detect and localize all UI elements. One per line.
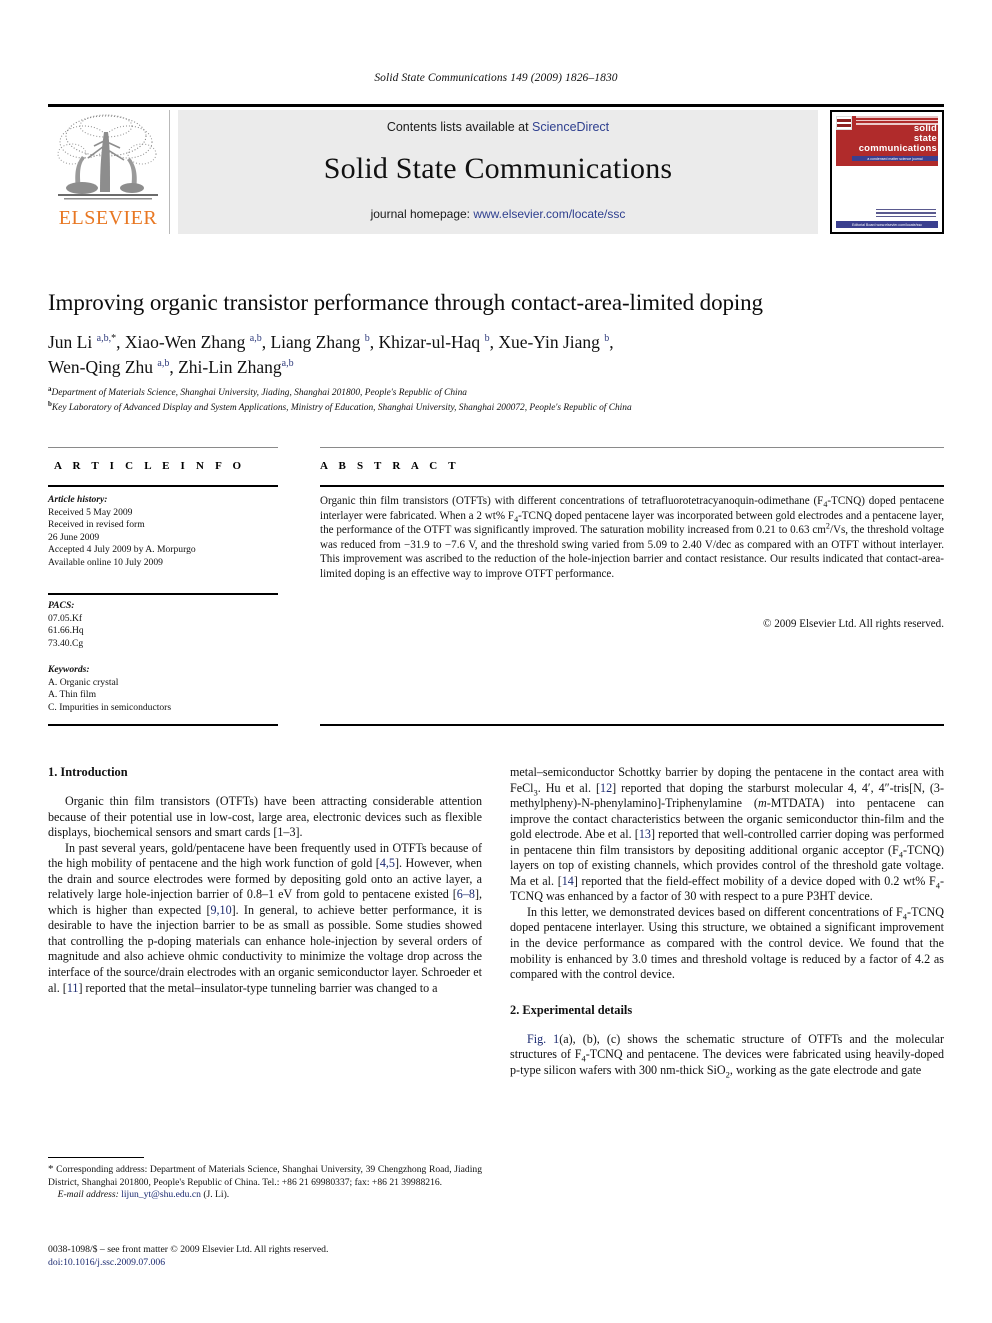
article-info-rule xyxy=(48,485,278,487)
homepage-prefix: journal homepage: xyxy=(370,207,474,221)
pacs-item-0: 07.05.Kf xyxy=(48,612,83,624)
cover-title-line3: communications xyxy=(858,143,937,154)
abstract-copyright: © 2009 Elsevier Ltd. All rights reserved… xyxy=(763,618,944,630)
article-history-block: Article history: Received 5 May 2009 Rec… xyxy=(48,494,288,570)
corresponding-email-link[interactable]: lijun_yt@shu.edu.cn xyxy=(121,1189,201,1200)
elsevier-tree-icon xyxy=(54,112,162,204)
article-history-label: Article history: xyxy=(48,494,108,505)
body-rule-right xyxy=(320,724,944,726)
body-column-right: metal–semiconductor Schottky barrier by … xyxy=(510,765,944,1078)
keyword-2: C. Impurities in semiconductors xyxy=(48,701,172,713)
masthead-panel: Contents lists available at ScienceDirec… xyxy=(178,110,818,234)
right-paragraph-2: In this letter, we demonstrated devices … xyxy=(510,904,944,982)
affiliation-a: aDepartment of Materials Science, Shangh… xyxy=(48,385,948,400)
doi-line[interactable]: doi:10.1016/j.ssc.2009.07.006 xyxy=(48,1256,488,1269)
abstract-body: Organic thin film transistors (OTFTs) wi… xyxy=(320,495,945,580)
abstract-rule xyxy=(320,485,944,487)
info-top-rule xyxy=(48,447,278,448)
cover-subtitle-text: a condensed matter science journal xyxy=(867,156,923,161)
journal-homepage-line: journal homepage: www.elsevier.com/locat… xyxy=(178,207,818,221)
elsevier-wordmark: ELSEVIER xyxy=(58,207,158,229)
section-heading-introduction: 1. Introduction xyxy=(48,765,128,779)
journal-masthead: ELSEVIER Contents lists available at Sci… xyxy=(48,110,944,234)
experimental-paragraph-1: Fig. 1(a), (b), (c) shows the schematic … xyxy=(510,1031,944,1080)
right-paragraph-1: metal–semiconductor Schottky barrier by … xyxy=(510,765,945,904)
cover-title-text: solid state communications xyxy=(859,124,937,154)
keywords-block: Keywords: A. Organic crystal A. Thin fil… xyxy=(48,664,288,714)
article-info-rule-2 xyxy=(48,593,278,595)
cover-bottom-microtext xyxy=(876,208,936,220)
affiliation-b: bKey Laboratory of Advanced Display and … xyxy=(48,400,948,415)
journal-cover-thumbnail: solid state communications a condensed m… xyxy=(830,110,944,234)
keyword-0: A. Organic crystal xyxy=(48,676,119,688)
issn-line: 0038-1098/$ – see front matter © 2009 El… xyxy=(48,1244,329,1255)
body-rule-left xyxy=(48,724,278,726)
abstract-top-rule xyxy=(320,447,944,448)
keyword-1: A. Thin film xyxy=(48,689,97,701)
pacs-block: PACS: 07.05.Kf 61.66.Hq 73.40.Cg xyxy=(48,600,288,650)
email-suffix: (J. Li). xyxy=(203,1189,230,1201)
abstract-heading: A B S T R A C T xyxy=(320,460,460,472)
journal-homepage-link[interactable]: www.elsevier.com/locate/ssc xyxy=(473,207,625,221)
pacs-item-2: 73.40.Cg xyxy=(48,637,84,649)
keywords-label: Keywords: xyxy=(48,664,90,675)
history-line-3: Accepted 4 July 2009 by A. Morpurgo xyxy=(48,544,196,556)
history-line-4: Available online 10 July 2009 xyxy=(48,556,163,568)
intro-paragraph-2: In past several years, gold/pentacene ha… xyxy=(48,840,482,995)
contents-available-line: Contents lists available at ScienceDirec… xyxy=(178,120,818,134)
footnote-text: Corresponding address: Department of Mat… xyxy=(48,1164,482,1188)
body-column-left: 1. Introduction Organic thin film transi… xyxy=(48,765,482,996)
journal-title: Solid State Communications xyxy=(323,152,673,185)
footnote-rule xyxy=(48,1157,144,1158)
pacs-label: PACS: xyxy=(48,600,75,611)
elsevier-logo: ELSEVIER xyxy=(48,110,170,234)
email-label: E-mail address: xyxy=(57,1189,119,1201)
contents-prefix: Contents lists available at xyxy=(386,120,533,134)
history-line-0: Received 5 May 2009 xyxy=(48,506,133,518)
sciencedirect-link[interactable]: ScienceDirect xyxy=(532,120,609,134)
affiliation-a-text: Department of Materials Science, Shangha… xyxy=(51,388,467,398)
pacs-item-1: 61.66.Hq xyxy=(48,625,84,637)
author-list: Jun Li a,b,*, Xiao-Wen Zhang a,b, Liang … xyxy=(48,332,614,377)
history-line-1: Received in revised form xyxy=(48,519,145,531)
affiliation-b-text: Key Laboratory of Advanced Display and S… xyxy=(51,403,632,413)
issn-copyright-block: 0038-1098/$ – see front matter © 2009 El… xyxy=(48,1243,488,1269)
running-head: Solid State Communications 149 (2009) 18… xyxy=(374,72,618,84)
history-line-2: 26 June 2009 xyxy=(48,531,100,543)
footnote-marker: * xyxy=(48,1163,54,1175)
cover-footer-text: Editorial Board www.elsevier.com/locate/… xyxy=(851,222,923,227)
article-info-heading: A R T I C L E I N F O xyxy=(54,460,246,472)
corresponding-author-footnote: * Corresponding address: Department of M… xyxy=(48,1163,482,1202)
section-heading-experimental: 2. Experimental details xyxy=(510,1002,633,1017)
page-title: Improving organic transistor performance… xyxy=(48,290,763,315)
intro-paragraph-1: Organic thin film transistors (OTFTs) ha… xyxy=(48,794,482,840)
paper-page: Solid State Communications 149 (2009) 18… xyxy=(0,0,992,1323)
cover-publisher-mark-icon xyxy=(836,116,852,130)
masthead-top-rule xyxy=(48,104,944,107)
